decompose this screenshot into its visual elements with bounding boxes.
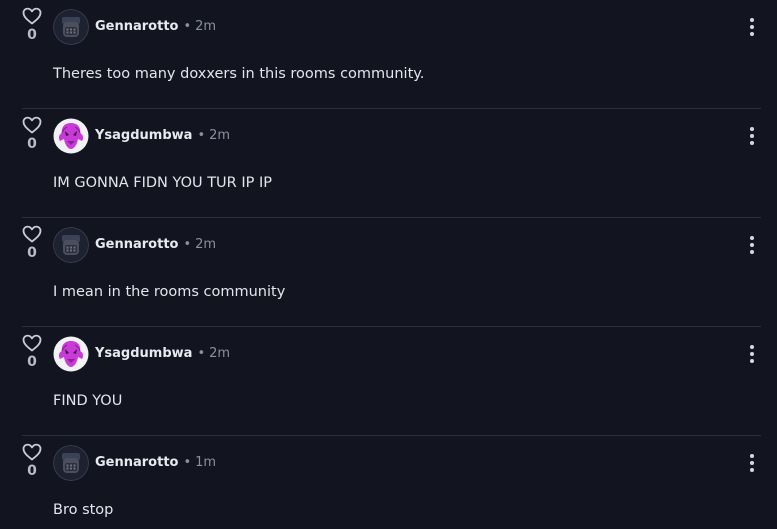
dark-character-avatar-icon xyxy=(53,445,89,481)
heart-icon[interactable] xyxy=(21,333,43,353)
avatar[interactable] xyxy=(53,227,89,263)
timestamp: 2m xyxy=(209,346,231,361)
username[interactable]: Ysagdumbwa xyxy=(95,346,192,361)
separator-dot: • xyxy=(183,455,192,470)
comment-item: 0 Gennarotto • 2m Theres too many doxxer… xyxy=(0,0,777,109)
avatar[interactable] xyxy=(53,118,89,154)
username[interactable]: Gennarotto xyxy=(95,237,178,252)
comment-text: FIND YOU xyxy=(53,393,123,409)
vote-control: 0 xyxy=(21,224,43,262)
comment-text: I mean in the rooms community xyxy=(53,284,286,300)
heart-icon[interactable] xyxy=(21,6,43,26)
vote-count: 0 xyxy=(27,354,37,370)
more-options-icon[interactable] xyxy=(747,125,757,147)
comment-meta: Ysagdumbwa • 2m xyxy=(95,345,230,363)
more-options-icon[interactable] xyxy=(747,234,757,256)
more-options-icon[interactable] xyxy=(747,16,757,38)
separator-dot: • xyxy=(197,346,206,361)
avatar[interactable] xyxy=(53,445,89,481)
comment-meta: Ysagdumbwa • 2m xyxy=(95,127,230,145)
vote-count: 0 xyxy=(27,27,37,43)
vote-control: 0 xyxy=(21,115,43,153)
comment-feed: 0 Gennarotto • 2m Theres too many doxxer… xyxy=(0,0,777,529)
heart-icon[interactable] xyxy=(21,442,43,462)
dark-character-avatar-icon xyxy=(53,9,89,45)
vote-control: 0 xyxy=(21,6,43,44)
comment-text: Theres too many doxxers in this rooms co… xyxy=(53,66,425,82)
separator-dot: • xyxy=(197,128,206,143)
avatar[interactable] xyxy=(53,9,89,45)
timestamp: 2m xyxy=(209,128,231,143)
vote-count: 0 xyxy=(27,245,37,261)
heart-icon[interactable] xyxy=(21,224,43,244)
separator-dot: • xyxy=(183,19,192,34)
avatar[interactable] xyxy=(53,336,89,372)
timestamp: 1m xyxy=(195,455,217,470)
comment-item: 0 Ysagdumbwa • 2m IM GONNA FIDN YOU TUR IP… xyxy=(0,109,777,218)
comment-meta: Gennarotto • 2m xyxy=(95,18,216,36)
separator-dot: • xyxy=(183,237,192,252)
timestamp: 2m xyxy=(195,19,217,34)
username[interactable]: Gennarotto xyxy=(95,455,178,470)
vote-count: 0 xyxy=(27,463,37,479)
comment-item: 0 Gennarotto • 2m I mean in the rooms co… xyxy=(0,218,777,327)
comment-meta: Gennarotto • 2m xyxy=(95,236,216,254)
comment-text: Bro stop xyxy=(53,502,114,518)
more-options-icon[interactable] xyxy=(747,452,757,474)
username[interactable]: Gennarotto xyxy=(95,19,178,34)
timestamp: 2m xyxy=(195,237,217,252)
purple-character-avatar-icon xyxy=(53,118,89,154)
comment-text: IM GONNA FIDN YOU TUR IP IP xyxy=(53,175,273,191)
vote-count: 0 xyxy=(27,136,37,152)
more-options-icon[interactable] xyxy=(747,343,757,365)
comment-meta: Gennarotto • 1m xyxy=(95,454,216,472)
username[interactable]: Ysagdumbwa xyxy=(95,128,192,143)
dark-character-avatar-icon xyxy=(53,227,89,263)
vote-control: 0 xyxy=(21,333,43,371)
heart-icon[interactable] xyxy=(21,115,43,135)
comment-item: 0 Ysagdumbwa • 2m FIND YOU xyxy=(0,327,777,436)
vote-control: 0 xyxy=(21,442,43,480)
comment-item: 0 Gennarotto • 1m Bro stop xyxy=(0,436,777,529)
purple-character-avatar-icon xyxy=(53,336,89,372)
